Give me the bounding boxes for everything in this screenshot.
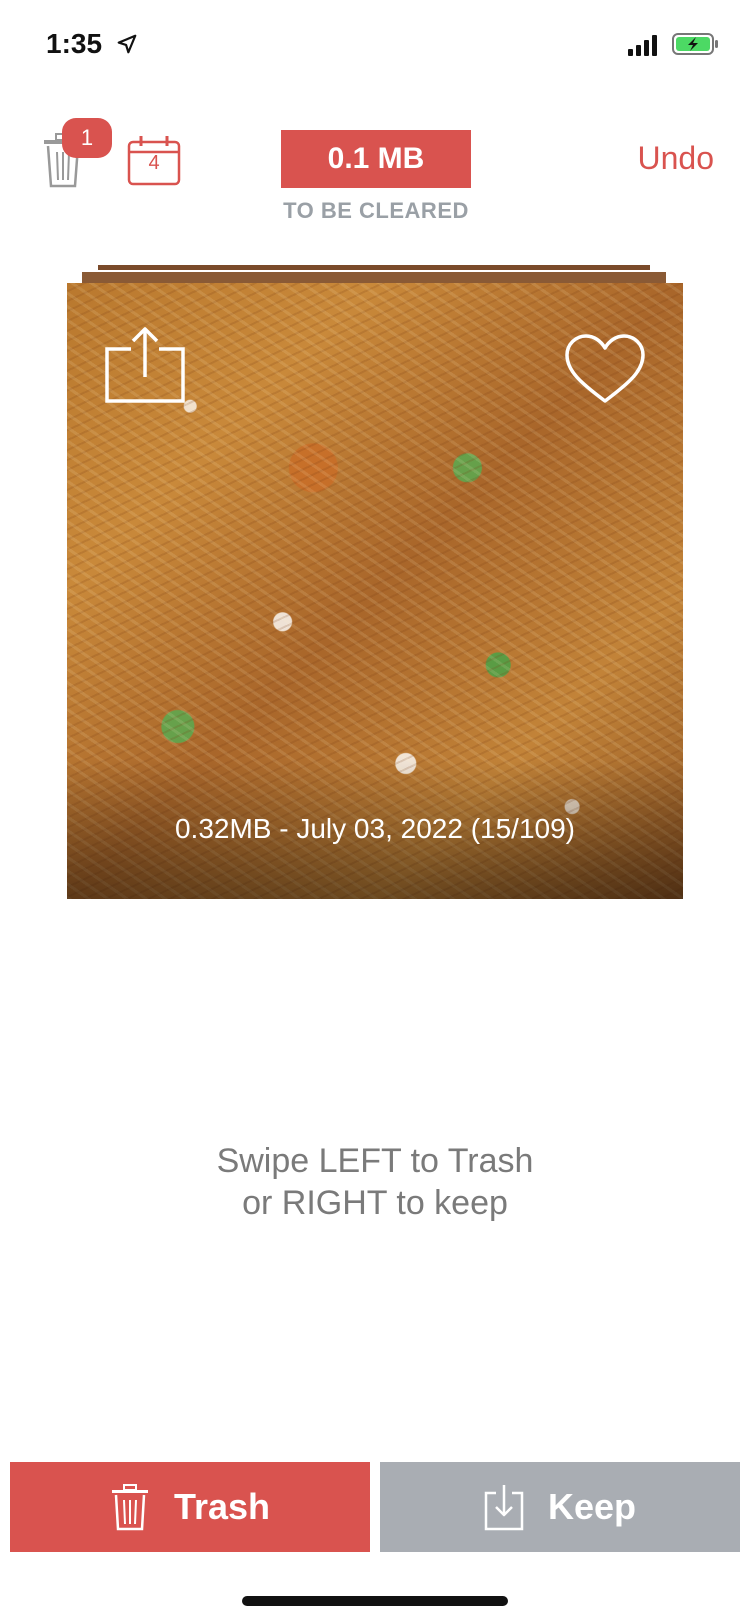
cellular-signal-icon	[628, 35, 657, 56]
trash-icon	[111, 1484, 148, 1531]
home-indicator[interactable]	[242, 1596, 508, 1606]
cleared-size-caption: TO BE CLEARED	[283, 198, 469, 223]
keep-button-label: Keep	[547, 1486, 637, 1527]
app-screen: 1:35 1 4 0.1 MB TO BE CLEARED Undo 0.32M…	[0, 0, 750, 1624]
photo-card[interactable]: 0.32MB - July 03, 2022 (15/109)	[67, 283, 683, 899]
instruction-line-2: or RIGHT to keep	[242, 1184, 508, 1222]
share-icon[interactable]	[103, 325, 187, 405]
swipe-instructions: Swipe LEFT to Trash or RIGHT to keep	[0, 1140, 750, 1224]
cleared-size-value: 0.1 MB	[281, 130, 471, 188]
undo-button[interactable]: Undo	[638, 140, 715, 177]
instruction-line-1: Swipe LEFT to Trash	[216, 1142, 534, 1180]
location-arrow-icon	[117, 34, 137, 54]
photo-info-text: 0.32MB - July 03, 2022 (15/109)	[174, 813, 575, 844]
battery-charging-icon	[672, 33, 718, 55]
status-time: 1:35	[46, 28, 103, 59]
calendar-day-number: 4	[148, 152, 160, 174]
heart-icon[interactable]	[563, 333, 647, 405]
status-bar: 1:35	[0, 0, 750, 90]
trash-count-badge: 1	[62, 118, 112, 158]
download-tray-icon	[484, 1485, 524, 1531]
trash-button[interactable]: Trash	[10, 1462, 370, 1552]
keep-button[interactable]: Keep	[380, 1462, 740, 1552]
trash-button-label: Trash	[173, 1486, 271, 1527]
